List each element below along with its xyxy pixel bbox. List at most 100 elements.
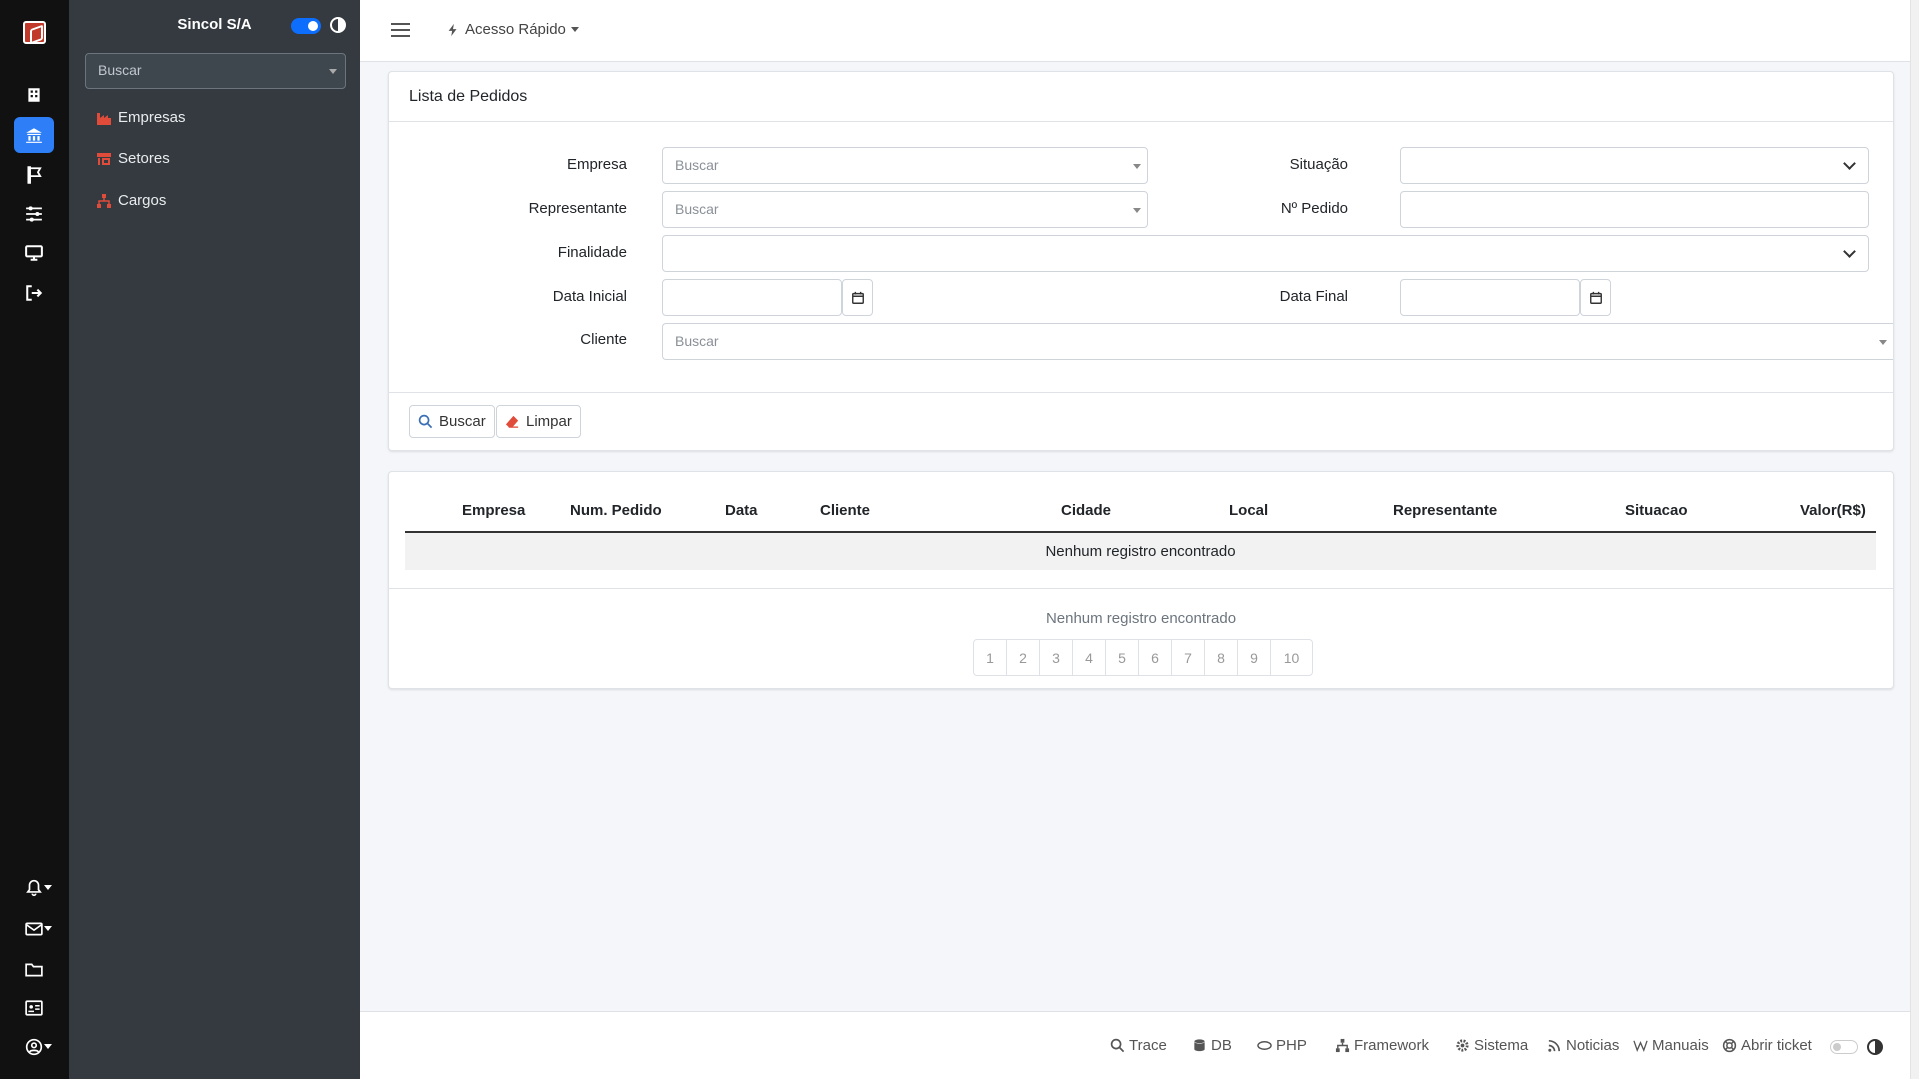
flag-icon bbox=[27, 166, 42, 184]
finalidade-select[interactable] bbox=[662, 235, 1869, 272]
clear-button-label: Limpar bbox=[526, 413, 572, 430]
footer-link-php[interactable]: PHP bbox=[1257, 1037, 1307, 1054]
rail-messages[interactable] bbox=[14, 911, 54, 947]
data-final-input[interactable] bbox=[1400, 279, 1580, 316]
data-final-calendar-button[interactable] bbox=[1580, 279, 1611, 316]
rail-building-icon[interactable] bbox=[14, 77, 54, 113]
column-header-cliente[interactable]: Cliente bbox=[820, 502, 870, 519]
envelope-icon bbox=[25, 922, 43, 936]
contrast-icon[interactable] bbox=[1867, 1039, 1883, 1055]
page-title: Lista de Pedidos bbox=[389, 72, 1893, 122]
rail-flag-icon[interactable] bbox=[14, 157, 54, 193]
hamburger-menu-icon[interactable] bbox=[391, 23, 410, 38]
sidebar-item-cargos[interactable]: Cargos bbox=[96, 192, 166, 209]
page-link[interactable]: 7 bbox=[1172, 640, 1205, 675]
column-header-empresa[interactable]: Empresa bbox=[462, 502, 525, 519]
footer-toggle-switch[interactable] bbox=[1830, 1040, 1858, 1054]
situacao-select[interactable] bbox=[1400, 147, 1869, 184]
footer-link-noticias[interactable]: Noticias bbox=[1547, 1037, 1619, 1054]
pedido-input[interactable] bbox=[1400, 191, 1869, 228]
rail-sliders-icon[interactable] bbox=[14, 196, 54, 232]
rail-user-menu[interactable] bbox=[14, 1029, 54, 1065]
data-inicial-calendar-button[interactable] bbox=[842, 279, 873, 316]
clear-button[interactable]: Limpar bbox=[496, 405, 581, 438]
rail-folder[interactable] bbox=[14, 952, 54, 988]
vertical-scrollbar[interactable] bbox=[1910, 0, 1919, 1079]
sidebar-item-empresas[interactable]: Empresas bbox=[96, 109, 186, 126]
rail-monitor-icon[interactable] bbox=[14, 235, 54, 271]
representante-select[interactable]: Buscar bbox=[662, 191, 1148, 228]
finalidade-label: Finalidade bbox=[557, 244, 627, 261]
footer-link-manuais[interactable]: Manuais bbox=[1633, 1037, 1709, 1054]
sidebar-item-label: Setores bbox=[118, 150, 170, 167]
footer-link-db[interactable]: DB bbox=[1192, 1037, 1232, 1054]
column-header-data[interactable]: Data bbox=[725, 502, 758, 519]
bolt-icon bbox=[448, 23, 457, 36]
page-link[interactable]: 10 bbox=[1271, 640, 1312, 675]
sliders-icon bbox=[26, 206, 42, 222]
page-link[interactable]: 4 bbox=[1073, 640, 1106, 675]
page-link[interactable]: 3 bbox=[1040, 640, 1073, 675]
column-header-situacao[interactable]: Situacao bbox=[1625, 502, 1688, 519]
footer-link-label: PHP bbox=[1276, 1037, 1307, 1054]
rail-contact-card[interactable] bbox=[14, 990, 54, 1026]
column-header-valor[interactable]: Valor(R$) bbox=[1800, 502, 1866, 519]
footer-link-label: Framework bbox=[1354, 1037, 1430, 1054]
footer-link-label: Trace bbox=[1129, 1037, 1167, 1054]
contrast-icon[interactable] bbox=[330, 17, 346, 33]
id-card-icon bbox=[25, 1000, 43, 1016]
table-empty-row: Nenhum registro encontrado bbox=[405, 533, 1876, 570]
page-link[interactable]: 2 bbox=[1007, 640, 1040, 675]
card-divider bbox=[389, 588, 1893, 589]
page-link[interactable]: 6 bbox=[1139, 640, 1172, 675]
page-link[interactable]: 1 bbox=[974, 640, 1007, 675]
sitemap-icon bbox=[97, 193, 111, 208]
page-link[interactable]: 5 bbox=[1106, 640, 1139, 675]
search-icon bbox=[418, 414, 433, 429]
logout-icon bbox=[26, 285, 43, 301]
results-card: Empresa Num. Pedido Data Cliente Cidade … bbox=[388, 471, 1894, 689]
chevron-down-icon bbox=[570, 27, 579, 32]
situacao-label: Situação bbox=[1289, 156, 1348, 173]
column-header-representante[interactable]: Representante bbox=[1393, 502, 1497, 519]
quick-access-label: Acesso Rápido bbox=[465, 21, 566, 38]
page-link[interactable]: 8 bbox=[1205, 640, 1238, 675]
rail-logout-icon[interactable] bbox=[14, 275, 54, 311]
quick-access-menu[interactable]: Acesso Rápido bbox=[446, 21, 579, 38]
sidebar-item-setores[interactable]: Setores bbox=[96, 150, 170, 167]
empresa-select[interactable]: Buscar bbox=[662, 147, 1148, 184]
sidebar-toggle-switch[interactable] bbox=[291, 18, 321, 34]
chevron-down-icon bbox=[44, 926, 52, 931]
table-footer-message: Nenhum registro encontrado bbox=[1045, 610, 1237, 627]
app-logo[interactable] bbox=[23, 21, 46, 44]
footer-link-trace[interactable]: Trace bbox=[1110, 1037, 1167, 1054]
data-inicial-input[interactable] bbox=[662, 279, 842, 316]
footer-link-sistema[interactable]: Sistema bbox=[1455, 1037, 1528, 1054]
chevron-down-icon bbox=[44, 885, 52, 890]
column-header-local[interactable]: Local bbox=[1229, 502, 1268, 519]
chevron-down-icon bbox=[44, 1044, 52, 1049]
rail-structure-icon[interactable] bbox=[14, 117, 54, 153]
bell-icon bbox=[26, 879, 42, 897]
gear-icon bbox=[1456, 1039, 1469, 1052]
search-button[interactable]: Buscar bbox=[409, 405, 495, 438]
card-divider bbox=[389, 392, 1893, 393]
footer-link-abrir-ticket[interactable]: Abrir ticket bbox=[1722, 1037, 1812, 1054]
industry-icon bbox=[97, 112, 111, 125]
column-header-cidade[interactable]: Cidade bbox=[1061, 502, 1111, 519]
folder-icon bbox=[25, 963, 43, 977]
footer-link-label: DB bbox=[1211, 1037, 1232, 1054]
sidebar-search-select[interactable]: Buscar bbox=[85, 53, 346, 89]
shop-icon bbox=[97, 152, 111, 165]
rail-notifications[interactable] bbox=[14, 870, 54, 906]
footer-link-framework[interactable]: Framework bbox=[1335, 1037, 1429, 1054]
column-header-num-pedido[interactable]: Num. Pedido bbox=[570, 502, 662, 519]
sitemap-icon bbox=[1335, 1038, 1350, 1053]
rss-icon bbox=[1548, 1039, 1561, 1052]
calendar-icon bbox=[1589, 291, 1602, 304]
chevron-down-icon bbox=[1843, 245, 1856, 258]
chevron-down-icon bbox=[1843, 157, 1856, 170]
cliente-select[interactable]: Buscar bbox=[662, 323, 1893, 360]
page-link[interactable]: 9 bbox=[1238, 640, 1271, 675]
wikipedia-icon bbox=[1633, 1040, 1648, 1052]
